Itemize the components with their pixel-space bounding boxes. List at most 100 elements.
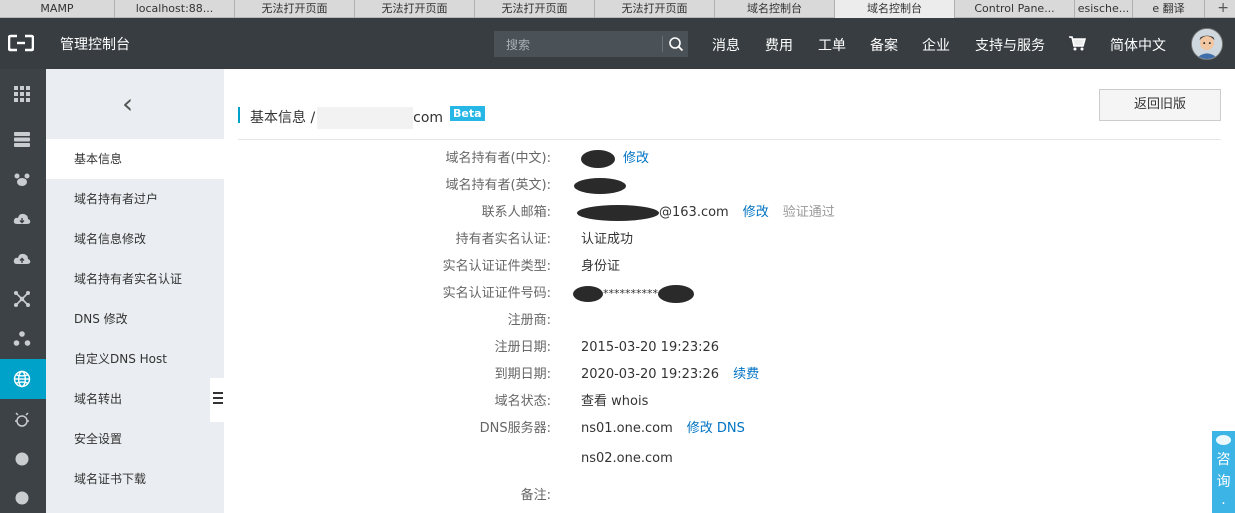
sidebar-item-security[interactable]: 安全设置: [46, 419, 224, 459]
field-row: 域名持有者(英文):: [224, 176, 1235, 196]
browser-tab[interactable]: 无法打开页面: [475, 0, 595, 18]
breadcrumb-suffix: com: [413, 110, 444, 126]
sidebar-item-transfer-out[interactable]: 域名转出: [46, 379, 224, 419]
cluster-icon[interactable]: [13, 330, 31, 348]
globe-icon[interactable]: [13, 370, 31, 388]
search-box[interactable]: 搜索: [494, 31, 688, 57]
back-button[interactable]: ‹: [46, 69, 224, 139]
apps-grid-icon[interactable]: [13, 85, 31, 103]
field-row: 持有者实名认证: 认证成功: [224, 230, 1235, 250]
breadcrumb: 基本信息 / com: [238, 107, 444, 129]
nav-tickets[interactable]: 工单: [818, 35, 846, 55]
field-row: 实名认证证件类型: 身份证: [224, 257, 1235, 277]
registration-date: 2015-03-20 19:23:26: [581, 340, 720, 355]
circle-icon[interactable]: [13, 450, 31, 468]
redacted-value: [577, 204, 659, 221]
sidebar-item-certificate[interactable]: 域名证书下载: [46, 459, 224, 499]
field-row: 备注:: [224, 486, 1235, 506]
field-row: ns02.one.com: [224, 449, 1235, 469]
renew-link[interactable]: 续费: [733, 367, 759, 382]
menu-fold-icon: [213, 392, 223, 394]
field-value: **********: [573, 284, 694, 304]
sidebar-item-basic-info[interactable]: 基本信息: [46, 139, 224, 179]
breadcrumb-prefix: 基本信息 /: [250, 110, 316, 126]
field-label: 域名持有者(中文):: [445, 151, 551, 166]
expiry-date: 2020-03-20 19:23:26: [581, 367, 720, 382]
redacted-value: [573, 285, 603, 302]
field-label: 注册商:: [507, 313, 551, 328]
browser-tab[interactable]: 域名控制台: [715, 0, 835, 18]
browser-tab[interactable]: 无法打开页面: [595, 0, 715, 18]
browser-tab[interactable]: 无法打开页面: [235, 0, 355, 18]
nav-icp[interactable]: 备案: [870, 35, 898, 55]
browser-tab-bar: MAMP localhost:88... 无法打开页面 无法打开页面 无法打开页…: [0, 0, 1235, 18]
cloud-download-icon[interactable]: [13, 210, 31, 228]
cloud-upload-icon[interactable]: [13, 250, 31, 268]
nav-messages[interactable]: 消息: [712, 35, 740, 55]
search-icon[interactable]: [668, 36, 684, 52]
browser-tab[interactable]: MAMP: [0, 0, 115, 18]
network-nodes-icon[interactable]: [13, 290, 31, 308]
field-label: 域名状态:: [494, 394, 551, 409]
search-input[interactable]: 搜索: [506, 36, 530, 53]
field-label: 联系人邮箱:: [481, 205, 551, 220]
browser-tab-active[interactable]: 域名控制台: [835, 0, 955, 18]
field-row: 域名持有者(中文): 修改: [224, 149, 1235, 169]
sidebar-item-dns-modify[interactable]: DNS 修改: [46, 299, 224, 339]
paw-icon[interactable]: [13, 170, 31, 188]
field-label: 域名持有者(英文):: [445, 178, 551, 193]
sidebar-item-owner-transfer[interactable]: 域名持有者过户: [46, 179, 224, 219]
back-to-old-version-button[interactable]: 返回旧版: [1099, 89, 1221, 121]
search-divider: [662, 36, 663, 52]
field-row: 实名认证证件号码: **********: [224, 284, 1235, 304]
field-row: DNS服务器: ns01.one.com 修改 DNS: [224, 419, 1235, 439]
bug-icon[interactable]: [13, 410, 31, 428]
beta-badge: Beta: [450, 106, 485, 121]
sidebar-item-info-modify[interactable]: 域名信息修改: [46, 219, 224, 259]
view-whois-link[interactable]: 查看 whois: [581, 392, 648, 412]
field-label: 持有者实名认证:: [455, 232, 551, 247]
id-number-masked: **********: [603, 287, 658, 300]
domain-sidebar: ‹ 基本信息 域名持有者过户 域名信息修改 域名持有者实名认证 DNS 修改 自…: [46, 69, 224, 513]
field-row: 联系人邮箱: @163.com 修改 验证通过: [224, 203, 1235, 223]
nav-enterprise[interactable]: 企业: [922, 35, 950, 55]
field-label: 到期日期:: [494, 367, 551, 382]
email-domain: @163.com: [659, 205, 729, 220]
new-tab-button[interactable]: +: [1205, 0, 1235, 17]
field-value: 2020-03-20 19:23:26 续费: [581, 365, 759, 385]
header-divider: [238, 139, 1221, 140]
field-value: 身份证: [581, 259, 621, 274]
console-title[interactable]: 管理控制台: [60, 34, 130, 54]
consult-label: 咨询·: [1216, 452, 1231, 512]
field-row: 到期日期: 2020-03-20 19:23:26 续费: [224, 365, 1235, 385]
circle-icon[interactable]: [13, 489, 31, 507]
nav-support[interactable]: 支持与服务: [975, 35, 1045, 55]
field-row: 域名状态: 查看 whois: [224, 392, 1235, 412]
field-row: 注册商:: [224, 311, 1235, 331]
chat-bubble-icon: [1216, 435, 1231, 445]
dns-server-1: ns01.one.com: [581, 421, 673, 436]
field-value: @163.com 修改 验证通过: [577, 203, 835, 223]
modify-email-link[interactable]: 修改: [743, 205, 769, 220]
dns-server-2: ns02.one.com: [581, 451, 673, 466]
avatar-face-icon: [1192, 29, 1222, 59]
consult-button[interactable]: 咨询·: [1212, 431, 1235, 513]
field-label: 备注:: [520, 488, 551, 503]
browser-tab[interactable]: esische...: [1075, 0, 1133, 18]
browser-tab[interactable]: localhost:88...: [115, 0, 235, 18]
modify-owner-cn-link[interactable]: 修改: [623, 151, 649, 166]
field-value: 修改: [581, 149, 649, 169]
aliyun-logo-icon[interactable]: [8, 34, 34, 52]
cart-icon[interactable]: [1068, 35, 1086, 51]
domain-name-redacted: [317, 107, 414, 129]
nav-billing[interactable]: 费用: [765, 35, 793, 55]
modify-dns-link[interactable]: 修改 DNS: [687, 421, 745, 436]
server-list-icon[interactable]: [13, 130, 31, 148]
user-avatar[interactable]: [1191, 28, 1223, 60]
sidebar-item-real-name[interactable]: 域名持有者实名认证: [46, 259, 224, 299]
browser-tab[interactable]: e 翻译: [1133, 0, 1205, 18]
language-switch[interactable]: 简体中文: [1110, 35, 1166, 55]
browser-tab[interactable]: Control Pane...: [955, 0, 1075, 18]
browser-tab[interactable]: 无法打开页面: [355, 0, 475, 18]
sidebar-item-custom-dns-host[interactable]: 自定义DNS Host: [46, 339, 224, 379]
